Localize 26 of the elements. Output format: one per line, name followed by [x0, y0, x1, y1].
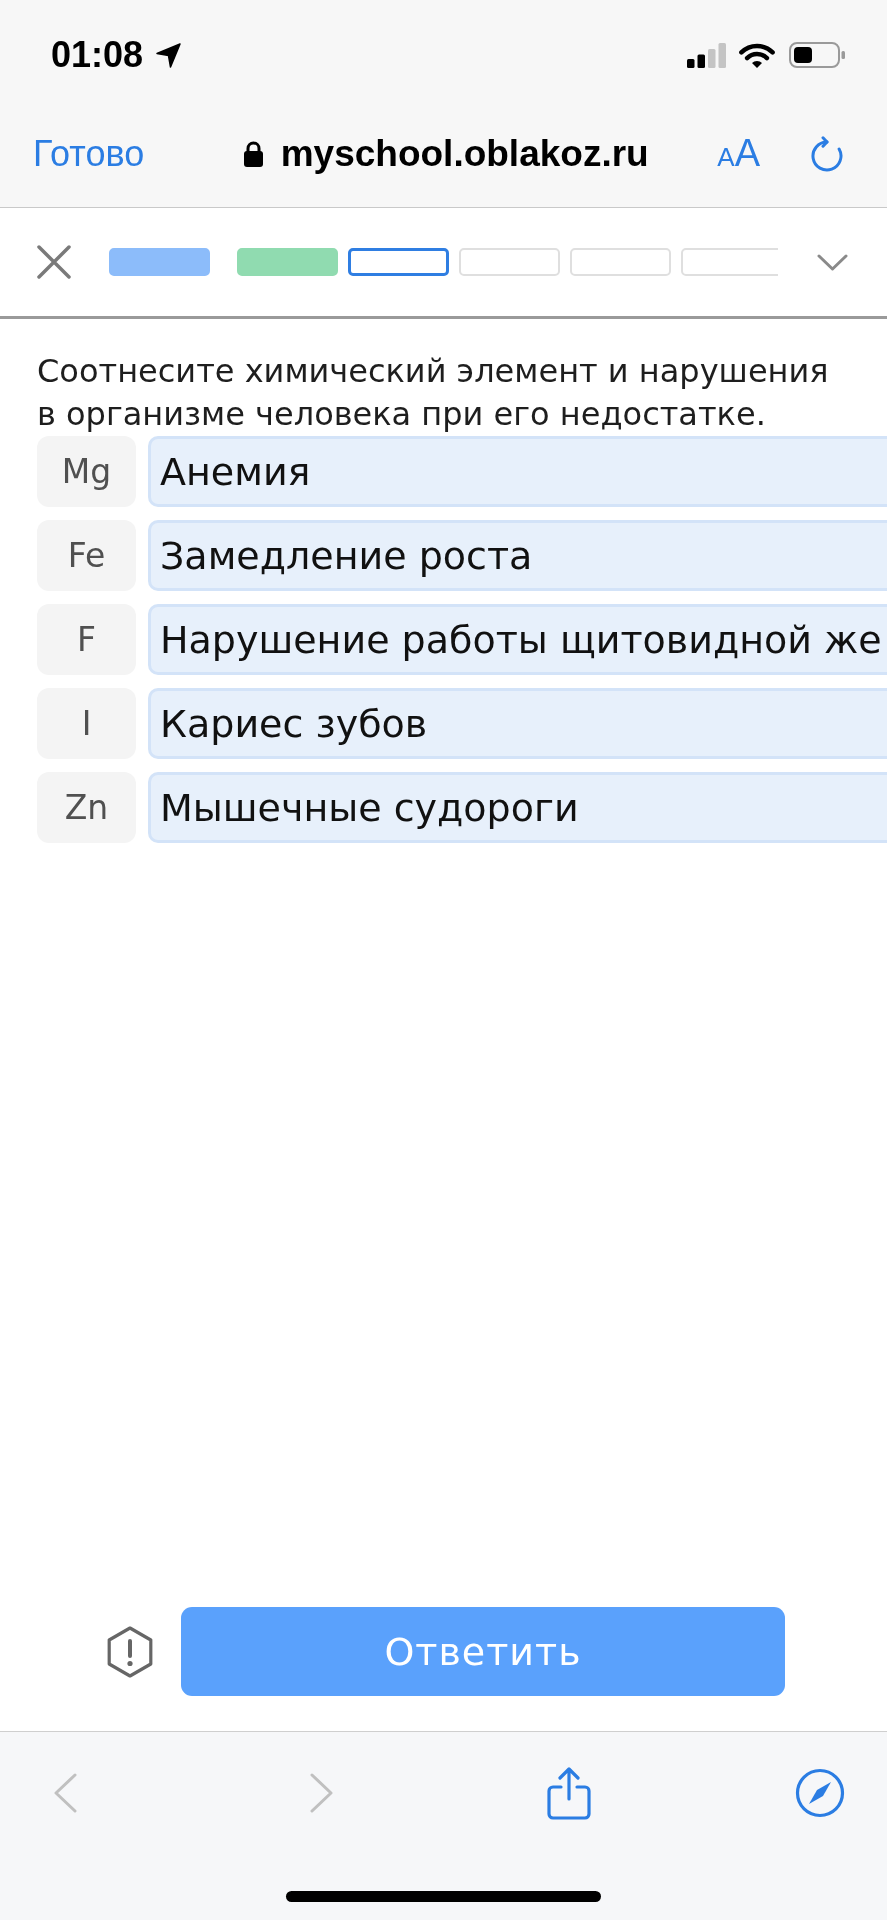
- chevron-down-icon[interactable]: [817, 253, 848, 271]
- signal-icon: [687, 42, 726, 68]
- wifi-icon: [738, 41, 776, 69]
- element-label: F: [37, 604, 136, 675]
- close-icon[interactable]: [37, 245, 71, 279]
- share-icon[interactable]: [546, 1765, 592, 1821]
- question-tab[interactable]: [348, 248, 449, 276]
- lock-icon: [242, 139, 264, 168]
- question-text: Соотнесите химический элемент и нарушения в организме человека при его недостатке.: [37, 351, 830, 435]
- answer-option[interactable]: Кариес зубов: [148, 688, 887, 759]
- clock-time: 01:08: [51, 34, 144, 76]
- reload-icon[interactable]: [809, 135, 845, 172]
- element-label: Mg: [37, 436, 136, 507]
- page-url: myschool.oblakoz.ru: [280, 132, 649, 175]
- location-arrow-icon: [155, 41, 183, 69]
- element-label: Zn: [37, 772, 136, 843]
- element-label: I: [37, 688, 136, 759]
- answer-option[interactable]: Мышечные судороги: [148, 772, 887, 843]
- compass-icon[interactable]: [795, 1768, 845, 1818]
- answer-option[interactable]: Нарушение работы щитовидной же: [148, 604, 887, 675]
- text-size-button[interactable]: AA: [717, 132, 760, 175]
- answer-option[interactable]: Анемия: [148, 436, 887, 507]
- answer-option[interactable]: Замедление роста: [148, 520, 887, 591]
- element-label: Fe: [37, 520, 136, 591]
- battery-icon: [789, 42, 846, 68]
- done-button[interactable]: Готово: [33, 132, 145, 175]
